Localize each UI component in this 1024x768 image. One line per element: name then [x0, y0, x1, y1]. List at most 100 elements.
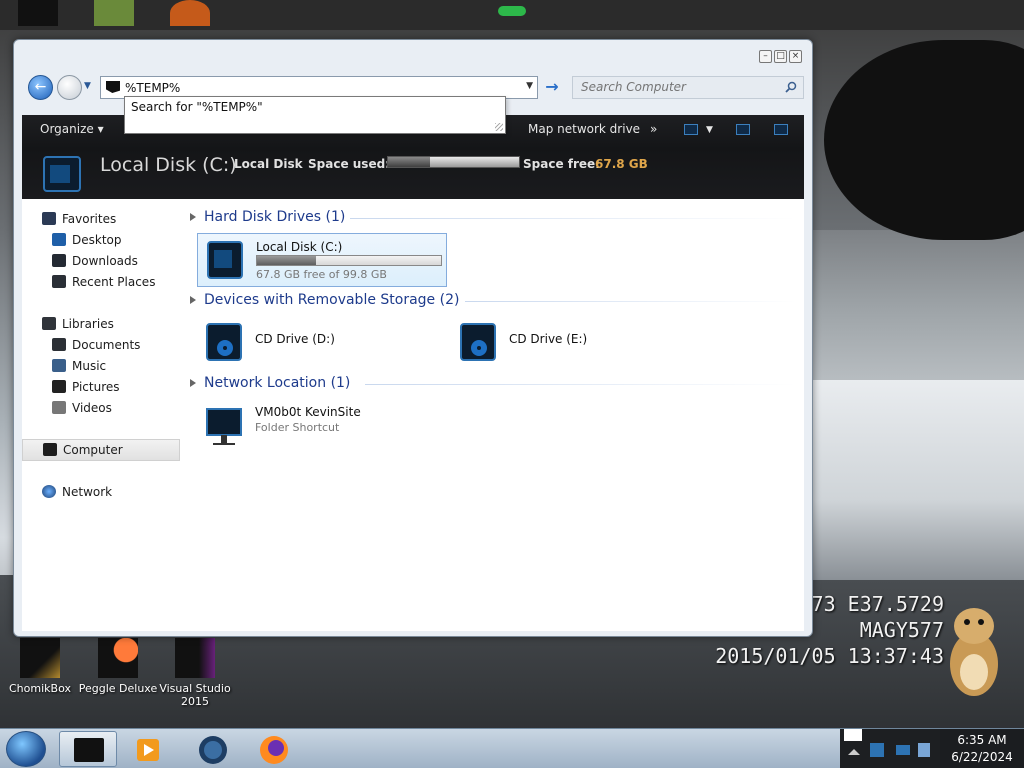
media-player-icon	[137, 739, 159, 761]
clock-date: 6/22/2024	[951, 750, 1013, 764]
space-used-bar	[387, 156, 520, 168]
nav-favorites[interactable]: Favorites	[22, 209, 180, 229]
cd-drive-icon	[460, 323, 496, 361]
address-input[interactable]	[125, 80, 505, 96]
maximize-button[interactable]: □	[774, 50, 787, 63]
network-location-name: VM0b0t KevinSite	[255, 405, 361, 419]
nav-documents[interactable]: Documents	[22, 335, 180, 355]
details-title: Local Disk (C:)	[100, 154, 237, 176]
hamster-sticker	[950, 608, 998, 696]
network-folder-icon	[206, 408, 242, 445]
dashcam-datetime: 2015/01/05 13:37:43	[715, 644, 944, 668]
nav-downloads[interactable]: Downloads	[22, 251, 180, 271]
search-icon[interactable]	[785, 81, 797, 93]
computer-icon	[74, 738, 104, 762]
background-snow	[804, 380, 1024, 580]
videos-icon	[52, 401, 66, 414]
nav-computer[interactable]: Computer	[22, 439, 180, 461]
window-controls: – □ ×	[759, 50, 802, 63]
music-icon	[52, 359, 66, 372]
chomikbox-icon	[20, 638, 60, 678]
taskbar-explorer[interactable]	[59, 731, 117, 767]
collapse-triangle-icon[interactable]	[190, 213, 196, 221]
details-pane: Local Disk (C:) Local Disk Space used: S…	[22, 143, 804, 199]
help-icon[interactable]	[774, 124, 788, 135]
group-divider	[465, 301, 796, 302]
space-free-label: Space free:	[523, 157, 600, 171]
taskbar: 6:35 AM 6/22/2024	[0, 728, 1024, 768]
drive-tile-local-disk[interactable]: Local Disk (C:) 67.8 GB free of 99.8 GB	[197, 233, 447, 287]
nav-recent-places[interactable]: Recent Places	[22, 272, 180, 292]
resize-grip[interactable]	[495, 123, 503, 131]
globe-icon	[199, 736, 227, 764]
nav-network[interactable]: Network	[22, 482, 180, 502]
back-button[interactable]: ←	[28, 75, 53, 100]
hard-drive-icon	[207, 241, 243, 279]
desktop-icon	[52, 233, 66, 246]
nav-desktop[interactable]: Desktop	[22, 230, 180, 250]
search-box[interactable]	[572, 76, 804, 99]
nav-libraries[interactable]: Libraries	[22, 314, 180, 334]
desktop-icon-chomikbox[interactable]: ChomikBox	[0, 638, 80, 695]
chevron-down-icon[interactable]: ▼	[526, 81, 533, 91]
clock-time: 6:35 AM	[957, 733, 1007, 747]
close-button[interactable]: ×	[789, 50, 802, 63]
group-divider	[365, 384, 796, 385]
taskbar-clock[interactable]: 6:35 AM 6/22/2024	[940, 729, 1024, 768]
more-commands-button[interactable]: »	[650, 122, 657, 136]
preview-pane-icon[interactable]	[736, 124, 750, 135]
system-tray	[840, 729, 940, 768]
collapse-triangle-icon[interactable]	[190, 379, 196, 387]
group-network-location[interactable]: Network Location (1)	[190, 375, 796, 395]
desktop-icon-recycle-bin[interactable]	[18, 0, 58, 26]
taskbar-globe-app[interactable]	[184, 731, 242, 767]
background-mirror	[824, 40, 1024, 240]
nav-music[interactable]: Music	[22, 356, 180, 376]
star-icon	[42, 212, 56, 225]
cd-drive-icon	[206, 323, 242, 361]
group-removable-storage[interactable]: Devices with Removable Storage (2)	[190, 292, 796, 312]
desktop-icon-label: Peggle Deluxe	[78, 682, 158, 695]
drive-name: Local Disk (C:)	[256, 240, 343, 254]
space-free-value: 67.8 GB	[595, 157, 648, 171]
network-icon	[42, 485, 56, 498]
pictures-icon	[52, 380, 66, 393]
drive-name: CD Drive (E:)	[509, 332, 588, 346]
desktop-icon-top-2[interactable]	[94, 0, 134, 26]
hard-drive-icon	[43, 156, 81, 192]
organize-menu[interactable]: Organize ▾	[40, 122, 104, 136]
network-location-type: Folder Shortcut	[255, 421, 340, 434]
documents-icon	[52, 338, 66, 351]
start-button[interactable]	[6, 731, 46, 767]
taskbar-media-player[interactable]	[120, 731, 178, 767]
minimize-button[interactable]: –	[759, 50, 772, 63]
desktop-icon-top-3[interactable]	[170, 0, 210, 26]
desktop-icon-label: Visual Studio 2015	[159, 682, 231, 708]
desktop-icon-peggle[interactable]: Peggle Deluxe	[78, 638, 158, 695]
nav-videos[interactable]: Videos	[22, 398, 180, 418]
downloads-icon	[52, 254, 66, 267]
autocomplete-item[interactable]: Search for "%TEMP%"	[125, 97, 505, 117]
drive-name: CD Drive (D:)	[255, 332, 335, 346]
drive-tile-cd-d[interactable]: CD Drive (D:)	[197, 316, 397, 370]
recent-pages-dropdown[interactable]: ▼	[84, 81, 94, 91]
group-hard-disk-drives[interactable]: Hard Disk Drives (1)	[190, 209, 796, 229]
desktop-icon-visual-studio[interactable]: Visual Studio 2015	[155, 638, 235, 708]
nav-pictures[interactable]: Pictures	[22, 377, 180, 397]
content-pane: Hard Disk Drives (1) Local Disk (C:) 67.…	[182, 199, 804, 631]
taskbar-firefox[interactable]	[245, 731, 303, 767]
forward-button[interactable]	[57, 75, 82, 100]
tray-icons	[844, 729, 930, 757]
group-divider	[350, 218, 796, 219]
drive-free-text: 67.8 GB free of 99.8 GB	[256, 268, 387, 281]
collapse-triangle-icon[interactable]	[190, 296, 196, 304]
navigation-pane: Favorites Desktop Downloads Recent Place…	[22, 199, 182, 631]
search-input[interactable]	[581, 80, 781, 94]
go-button[interactable]: →	[542, 77, 562, 97]
network-location-tile[interactable]: VM0b0t KevinSite Folder Shortcut	[197, 399, 447, 453]
map-network-drive-button[interactable]: Map network drive	[528, 122, 640, 136]
view-options-icon[interactable]	[684, 124, 698, 135]
details-type: Local Disk	[234, 157, 303, 171]
view-dropdown-icon[interactable]: ▼	[706, 125, 713, 135]
drive-tile-cd-e[interactable]: CD Drive (E:)	[451, 316, 651, 370]
